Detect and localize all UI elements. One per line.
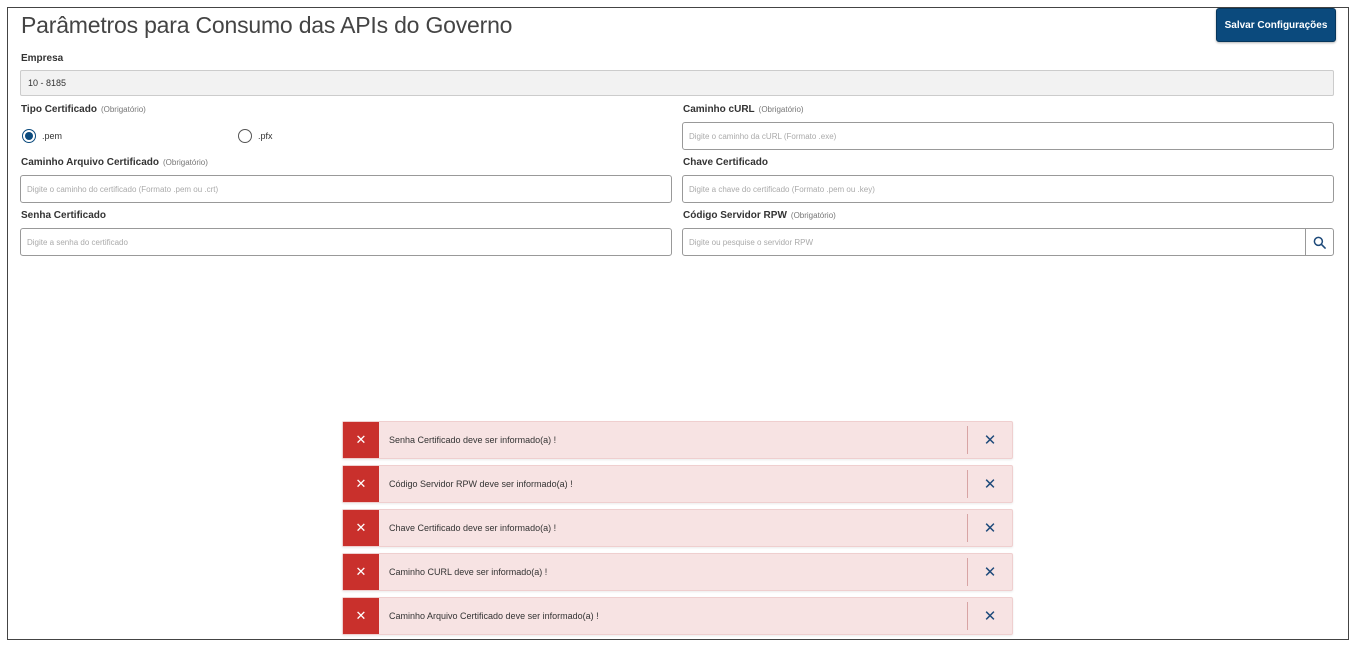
search-icon <box>1313 236 1326 249</box>
search-servidor-button[interactable] <box>1305 229 1333 255</box>
error-toast: ✕ Senha Certificado deve ser informado(a… <box>342 421 1013 459</box>
servidor-rpw-label: Código Servidor RPW (Obrigatório) <box>683 210 836 221</box>
servidor-rpw-field[interactable] <box>682 228 1334 256</box>
caminho-curl-label: Caminho cURL (Obrigatório) <box>683 104 804 115</box>
close-icon[interactable]: ✕ <box>968 431 1012 449</box>
required-hint: (Obrigatório) <box>758 105 804 114</box>
close-icon[interactable]: ✕ <box>968 475 1012 493</box>
required-hint: (Obrigatório) <box>162 158 208 167</box>
required-hint: (Obrigatório) <box>100 105 146 114</box>
caminho-curl-field[interactable] <box>682 122 1334 150</box>
empresa-label: Empresa <box>21 53 64 64</box>
caminho-curl-label-text: Caminho cURL <box>683 104 755 115</box>
save-settings-button[interactable]: Salvar Configurações <box>1216 8 1336 42</box>
chave-certificado-field[interactable] <box>682 175 1334 203</box>
senha-certificado-field[interactable] <box>20 228 672 256</box>
empresa-field: 10 - 8185 <box>20 70 1334 96</box>
toast-message: Chave Certificado deve ser informado(a) … <box>389 523 557 533</box>
error-icon: ✕ <box>343 598 379 634</box>
error-toast: ✕ Código Servidor RPW deve ser informado… <box>342 465 1013 503</box>
error-toast: ✕ Caminho CURL deve ser informado(a) ! ✕ <box>342 553 1013 591</box>
caminho-certificado-input[interactable] <box>21 176 671 202</box>
page-title: Parâmetros para Consumo das APIs do Gove… <box>21 12 513 38</box>
error-icon: ✕ <box>343 510 379 546</box>
senha-certificado-label: Senha Certificado <box>21 210 107 221</box>
caminho-curl-input[interactable] <box>683 123 1333 149</box>
error-toast: ✕ Chave Certificado deve ser informado(a… <box>342 509 1013 547</box>
error-icon: ✕ <box>343 466 379 502</box>
error-icon: ✕ <box>343 422 379 458</box>
radio-circle-icon <box>238 129 252 143</box>
caminho-certificado-label-text: Caminho Arquivo Certificado <box>21 157 159 168</box>
chave-certificado-input[interactable] <box>683 176 1333 202</box>
toast-message: Caminho CURL deve ser informado(a) ! <box>389 567 548 577</box>
radio-circle-icon <box>22 129 36 143</box>
radio-pfx-label: .pfx <box>258 131 273 141</box>
radio-pem[interactable]: .pem <box>22 129 62 143</box>
senha-certificado-input[interactable] <box>21 229 671 255</box>
toast-message: Caminho Arquivo Certificado deve ser inf… <box>389 611 599 621</box>
servidor-rpw-label-text: Código Servidor RPW <box>683 210 787 221</box>
caminho-certificado-label: Caminho Arquivo Certificado (Obrigatório) <box>21 157 208 168</box>
toast-message: Código Servidor RPW deve ser informado(a… <box>389 479 573 489</box>
tipo-certificado-label-text: Tipo Certificado <box>21 104 97 115</box>
chave-certificado-label: Chave Certificado <box>683 157 769 168</box>
radio-pem-label: .pem <box>42 131 63 141</box>
close-icon[interactable]: ✕ <box>968 563 1012 581</box>
error-toast: ✕ Caminho Arquivo Certificado deve ser i… <box>342 597 1013 635</box>
caminho-certificado-field[interactable] <box>20 175 672 203</box>
servidor-rpw-input[interactable] <box>683 229 1303 255</box>
required-hint: (Obrigatório) <box>790 211 836 220</box>
tipo-certificado-label: Tipo Certificado (Obrigatório) <box>21 104 146 115</box>
radio-pfx[interactable]: .pfx <box>238 129 273 143</box>
close-icon[interactable]: ✕ <box>968 519 1012 537</box>
error-icon: ✕ <box>343 554 379 590</box>
toast-message: Senha Certificado deve ser informado(a) … <box>389 435 557 445</box>
close-icon[interactable]: ✕ <box>968 607 1012 625</box>
